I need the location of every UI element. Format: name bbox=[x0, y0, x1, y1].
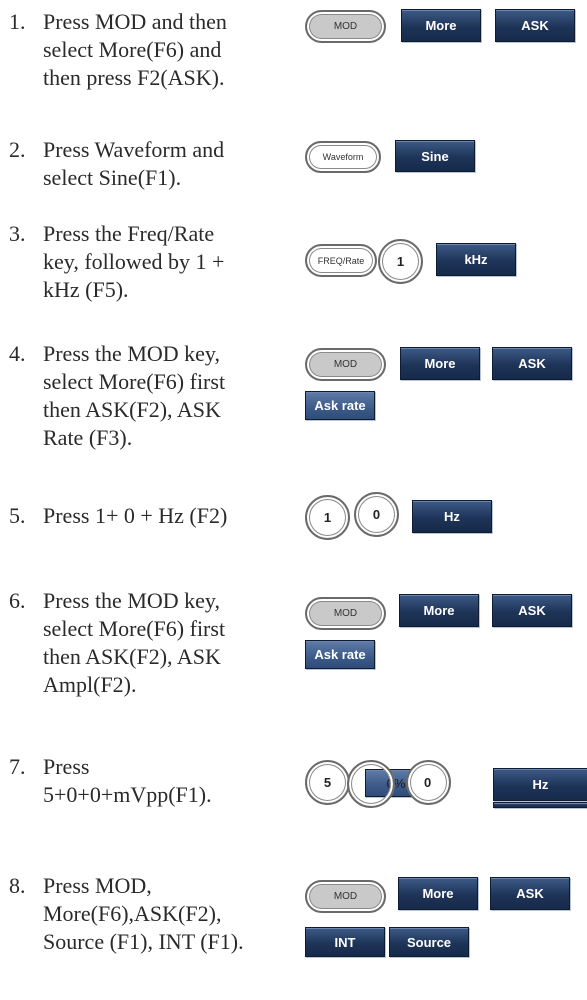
ask-softkey[interactable]: ASK bbox=[495, 9, 575, 42]
ask-rate-softkey[interactable]: Ask rate bbox=[305, 640, 375, 669]
step-number: 6. bbox=[9, 588, 26, 613]
ask-softkey[interactable]: ASK bbox=[490, 877, 570, 910]
step-number: 8. bbox=[9, 873, 26, 898]
hz-softkey[interactable]: Hz bbox=[493, 768, 587, 801]
step-line: More(F6),ASK(F2), bbox=[43, 901, 222, 926]
step-line: then press F2(ASK). bbox=[43, 65, 225, 90]
mod-key[interactable]: MOD bbox=[305, 10, 386, 43]
mod-key[interactable]: MOD bbox=[305, 597, 386, 630]
step-text: Press 5+0+0+mVpp(F1). bbox=[43, 753, 288, 809]
step-number: 1. bbox=[9, 9, 26, 34]
step-line: Press 1+ 0 + Hz (F2) bbox=[43, 503, 228, 528]
step-line: Source (F1), INT (F1). bbox=[43, 929, 244, 954]
step-number: 4. bbox=[9, 341, 26, 366]
step-line: Press Waveform and bbox=[43, 137, 225, 162]
step-line: select More(F6) first bbox=[43, 616, 226, 641]
step-number: 3. bbox=[9, 221, 26, 246]
step-text: Press Waveform and select Sine(F1). bbox=[43, 136, 288, 192]
step-line: select More(F6) and bbox=[43, 37, 222, 62]
digit-0-ring bbox=[347, 760, 395, 808]
more-softkey[interactable]: More bbox=[399, 594, 479, 627]
step-number: 7. bbox=[9, 754, 26, 779]
step-text: Press MOD and then select More(F6) and t… bbox=[43, 8, 288, 92]
digit-0-key[interactable]: 0 bbox=[406, 760, 451, 805]
step-line: Press the Freq/Rate bbox=[43, 221, 215, 246]
step-line: Rate (F3). bbox=[43, 425, 133, 450]
step-text: Press the MOD key, select More(F6) first… bbox=[43, 587, 288, 699]
freq-rate-key[interactable]: FREQ/Rate bbox=[305, 244, 377, 277]
step-line: then ASK(F2), ASK bbox=[43, 644, 221, 669]
step-line: key, followed by 1 + bbox=[43, 249, 225, 274]
step-line: Press the MOD key, bbox=[43, 588, 220, 613]
source-softkey[interactable]: Source bbox=[389, 927, 469, 957]
softkey-edge bbox=[493, 802, 587, 808]
waveform-key[interactable]: Waveform bbox=[305, 141, 381, 173]
step-line: Press the MOD key, bbox=[43, 341, 220, 366]
ask-rate-softkey[interactable]: Ask rate bbox=[305, 391, 375, 420]
step-line: then ASK(F2), ASK bbox=[43, 397, 221, 422]
step-text: Press the MOD key, select More(F6) first… bbox=[43, 340, 288, 452]
step-line: kHz (F5). bbox=[43, 277, 129, 302]
step-line: select More(F6) first bbox=[43, 369, 226, 394]
step-line: Ampl(F2). bbox=[43, 672, 137, 697]
hz-softkey[interactable]: Hz bbox=[412, 500, 492, 533]
step-line: 5+0+0+mVpp(F1). bbox=[43, 782, 212, 807]
more-softkey[interactable]: More bbox=[398, 877, 478, 910]
step-line: Press bbox=[43, 754, 90, 779]
more-softkey[interactable]: More bbox=[400, 347, 480, 380]
step-text: Press 1+ 0 + Hz (F2) bbox=[43, 502, 288, 530]
more-softkey[interactable]: More bbox=[401, 9, 481, 42]
digit-1-key[interactable]: 1 bbox=[305, 495, 350, 540]
step-line: select Sine(F1). bbox=[43, 165, 182, 190]
int-softkey[interactable]: INT bbox=[305, 927, 385, 957]
mod-key[interactable]: MOD bbox=[305, 348, 386, 381]
ask-softkey[interactable]: ASK bbox=[492, 347, 572, 380]
step-text: Press MOD, More(F6),ASK(F2), Source (F1)… bbox=[43, 872, 288, 956]
digit-5-key[interactable]: 5 bbox=[305, 760, 350, 805]
digit-1-key[interactable]: 1 bbox=[378, 239, 423, 284]
step-text: Press the Freq/Rate key, followed by 1 +… bbox=[43, 220, 288, 304]
mod-key[interactable]: MOD bbox=[305, 880, 386, 913]
digit-0-key[interactable]: 0 bbox=[354, 492, 399, 537]
step-number: 2. bbox=[9, 137, 26, 162]
khz-softkey[interactable]: kHz bbox=[436, 243, 516, 276]
step-number: 5. bbox=[9, 503, 26, 528]
step-line: Press MOD, bbox=[43, 873, 152, 898]
ask-softkey[interactable]: ASK bbox=[492, 594, 572, 627]
step-line: Press MOD and then bbox=[43, 9, 227, 34]
sine-softkey[interactable]: Sine bbox=[395, 140, 475, 172]
